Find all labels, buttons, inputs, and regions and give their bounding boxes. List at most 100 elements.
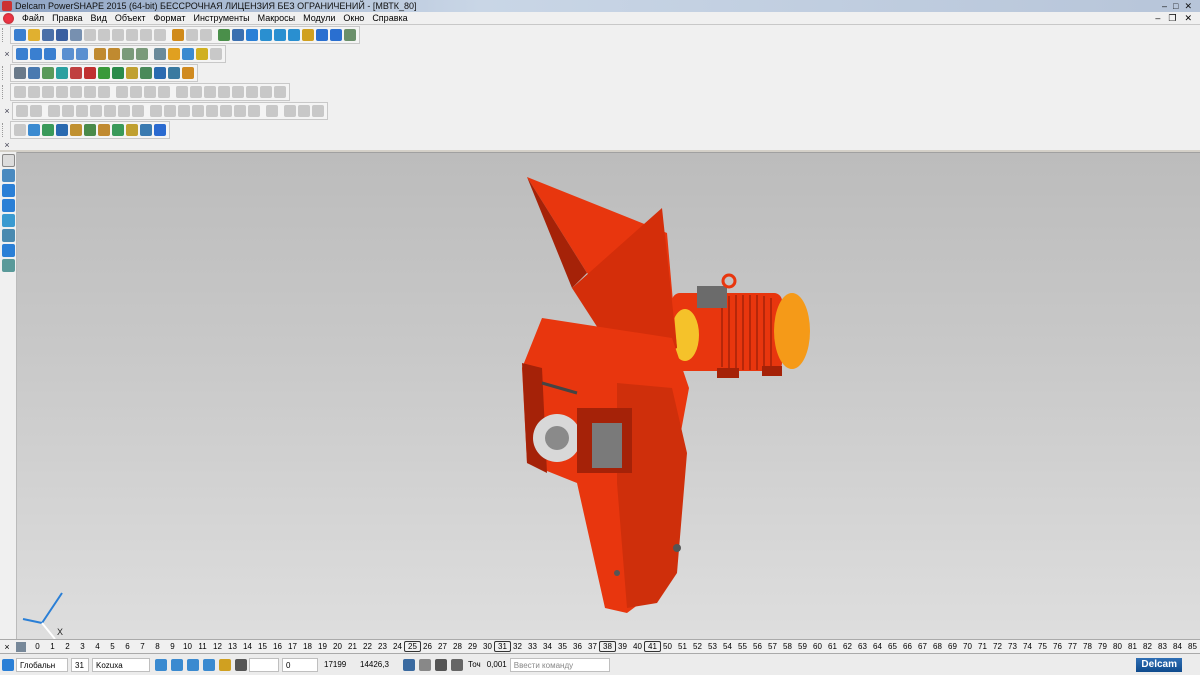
level-58[interactable]: 58 [780,642,795,651]
text-icon[interactable] [288,29,300,41]
level-60[interactable]: 60 [810,642,825,651]
grid-icon[interactable] [235,658,247,671]
level-63[interactable]: 63 [855,642,870,651]
level-8[interactable]: 8 [150,642,165,651]
cut-icon[interactable] [98,29,110,41]
level-27[interactable]: 27 [435,642,450,651]
curve-tool-12-icon[interactable] [274,86,286,98]
level-81[interactable]: 81 [1125,642,1140,651]
level-19[interactable]: 19 [315,642,330,651]
toolbar-grip[interactable] [2,123,8,137]
solid-tool-2-icon[interactable] [30,105,42,117]
menu-format[interactable]: Формат [150,13,190,23]
electrode-tool-2-icon[interactable] [28,124,40,136]
solid-tool-17-icon[interactable] [248,105,260,117]
level-50[interactable]: 50 [660,642,675,651]
circle-icon[interactable] [260,29,272,41]
curve-tool-8-icon[interactable] [218,86,230,98]
curve-tool-1-icon[interactable] [116,86,128,98]
level-75[interactable]: 75 [1035,642,1050,651]
electrode-tool-4-icon[interactable] [56,124,68,136]
electrode-tool-1-icon[interactable] [14,124,26,136]
feature-icon[interactable] [98,67,110,79]
menu-object[interactable]: Объект [111,13,150,23]
zoom-icon[interactable] [94,48,106,60]
level-64[interactable]: 64 [870,642,885,651]
level-12[interactable]: 12 [210,642,225,651]
level-34[interactable]: 34 [540,642,555,651]
workplane-icon[interactable] [2,658,14,671]
close-icon[interactable]: × [2,642,12,652]
graphics-viewport[interactable]: X [17,152,1200,640]
file-open-icon[interactable] [28,29,40,41]
level-72[interactable]: 72 [990,642,1005,651]
level-55[interactable]: 55 [735,642,750,651]
level-56[interactable]: 56 [750,642,765,651]
level-7[interactable]: 7 [135,642,150,651]
level-2[interactable]: 2 [60,642,75,651]
solid-tool-12-icon[interactable] [178,105,190,117]
minimize-button[interactable]: – [1162,1,1167,12]
view-iso-icon[interactable] [44,48,56,60]
file-new-icon[interactable] [14,29,26,41]
level-25[interactable]: 25 [404,641,421,652]
level-59[interactable]: 59 [795,642,810,651]
solid-filter-icon[interactable] [187,658,199,671]
app-menu-icon[interactable] [3,12,14,24]
view-top-icon[interactable] [16,48,28,60]
level-number-field[interactable]: 31 [71,657,89,672]
rotate-icon[interactable] [154,48,166,60]
workplane-align-icon[interactable] [2,199,15,212]
surface-tool-6-icon[interactable] [84,86,96,98]
level-17[interactable]: 17 [285,642,300,651]
level-33[interactable]: 33 [525,642,540,651]
sphere-icon[interactable] [84,67,96,79]
axis-icon[interactable] [2,244,15,257]
solid-tool-7-icon[interactable] [104,105,116,117]
electrode-tool-7-icon[interactable] [98,124,110,136]
surface-tool-4-icon[interactable] [56,86,68,98]
solid-tool-3-icon[interactable] [48,105,60,117]
zoom-window-icon[interactable] [136,48,148,60]
menu-edit[interactable]: Правка [48,13,86,23]
electrode-tool-5-icon[interactable] [70,124,82,136]
solid-tool-19-icon[interactable] [284,105,296,117]
level-67[interactable]: 67 [915,642,930,651]
print-preview-icon[interactable] [84,29,96,41]
level-name-select[interactable]: Kozuxa [92,657,150,672]
surface-filter-icon[interactable] [171,658,183,671]
level-68[interactable]: 68 [930,642,945,651]
doc-minimize-button[interactable]: – [1155,13,1160,24]
doc-close-button[interactable]: ✕ [1184,13,1192,24]
curve-tool-5-icon[interactable] [176,86,188,98]
solid-tool-5-icon[interactable] [76,105,88,117]
solid-tool-21-icon[interactable] [312,105,324,117]
model-icon[interactable] [218,29,230,41]
zoom-out-icon[interactable] [122,48,134,60]
menu-file[interactable]: Файл [18,13,48,23]
menu-view[interactable]: Вид [87,13,111,23]
snap-icon[interactable] [2,259,15,272]
solid-tool-13-icon[interactable] [192,105,204,117]
level-53[interactable]: 53 [705,642,720,651]
doc-restore-button[interactable]: ❐ [1168,13,1176,24]
level-76[interactable]: 76 [1050,642,1065,651]
solid-icon[interactable] [316,29,328,41]
zoom-in-icon[interactable] [108,48,120,60]
grid-step-icon[interactable] [435,658,447,671]
level-57[interactable]: 57 [765,642,780,651]
curve-tool-10-icon[interactable] [246,86,258,98]
level-85[interactable]: 85 [1185,642,1200,651]
wireframe-obj-icon[interactable] [42,67,54,79]
menu-macros[interactable]: Макросы [254,13,300,23]
level-16[interactable]: 16 [270,642,285,651]
level-61[interactable]: 61 [825,642,840,651]
level-80[interactable]: 80 [1110,642,1125,651]
level-29[interactable]: 29 [465,642,480,651]
sketch-icon[interactable] [112,67,124,79]
level-14[interactable]: 14 [240,642,255,651]
curve-tool-3-icon[interactable] [144,86,156,98]
level-10[interactable]: 10 [180,642,195,651]
menu-modules[interactable]: Модули [299,13,339,23]
print-icon[interactable] [70,29,82,41]
